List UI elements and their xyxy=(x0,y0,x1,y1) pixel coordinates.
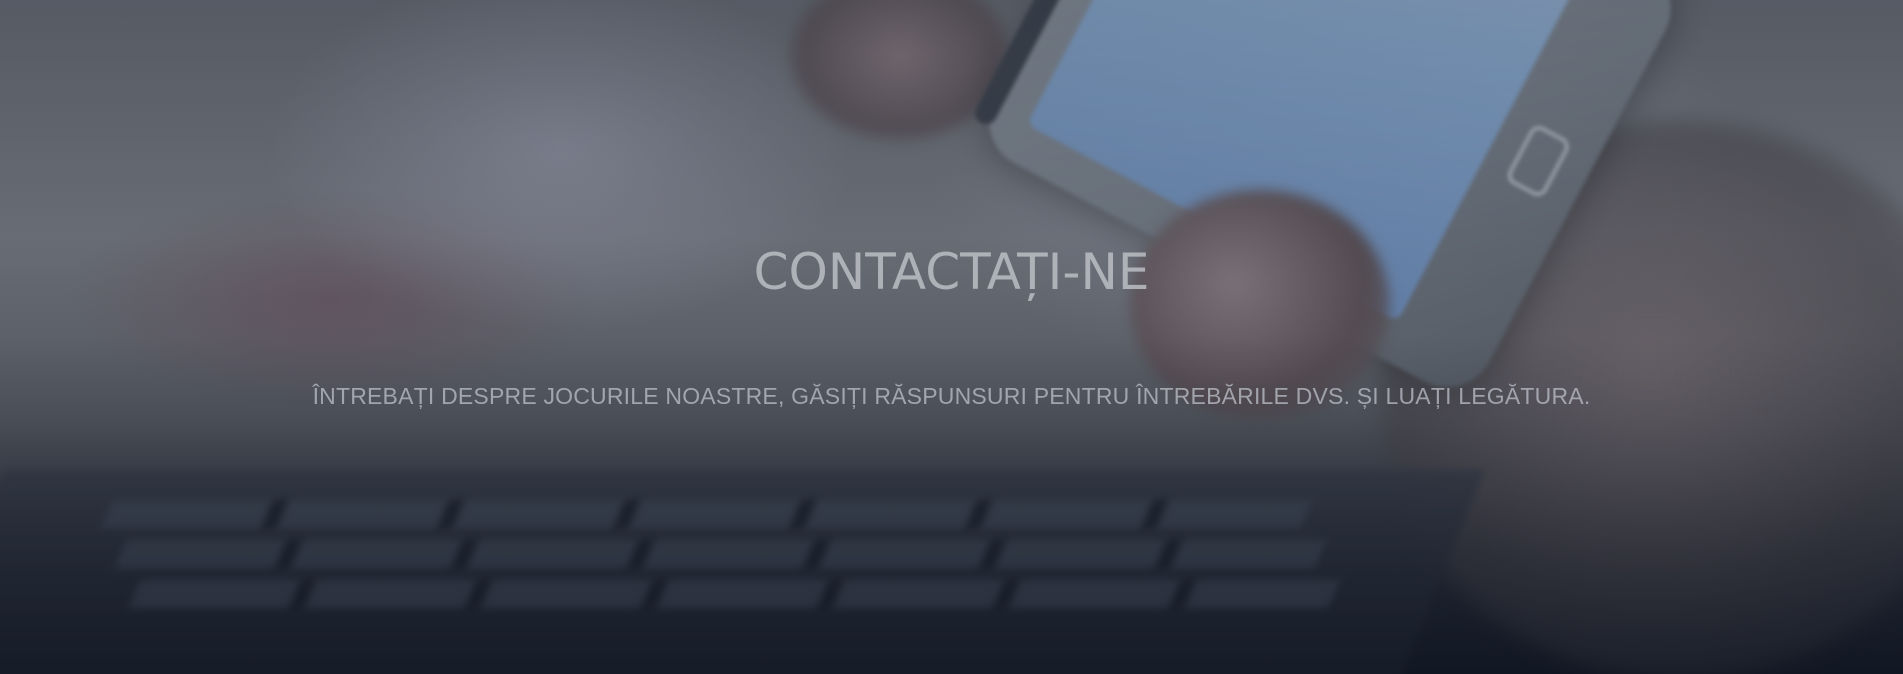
page-subtitle: ÎNTREBAȚI DESPRE JOCURILE NOASTRE, GĂSIȚ… xyxy=(312,383,1591,409)
hero-content: CONTACTAȚI-NE ÎNTREBAȚI DESPRE JOCURILE … xyxy=(0,0,1903,674)
page-title: CONTACTAȚI-NE xyxy=(753,243,1150,301)
contact-hero-banner: CONTACTAȚI-NE ÎNTREBAȚI DESPRE JOCURILE … xyxy=(0,0,1903,674)
